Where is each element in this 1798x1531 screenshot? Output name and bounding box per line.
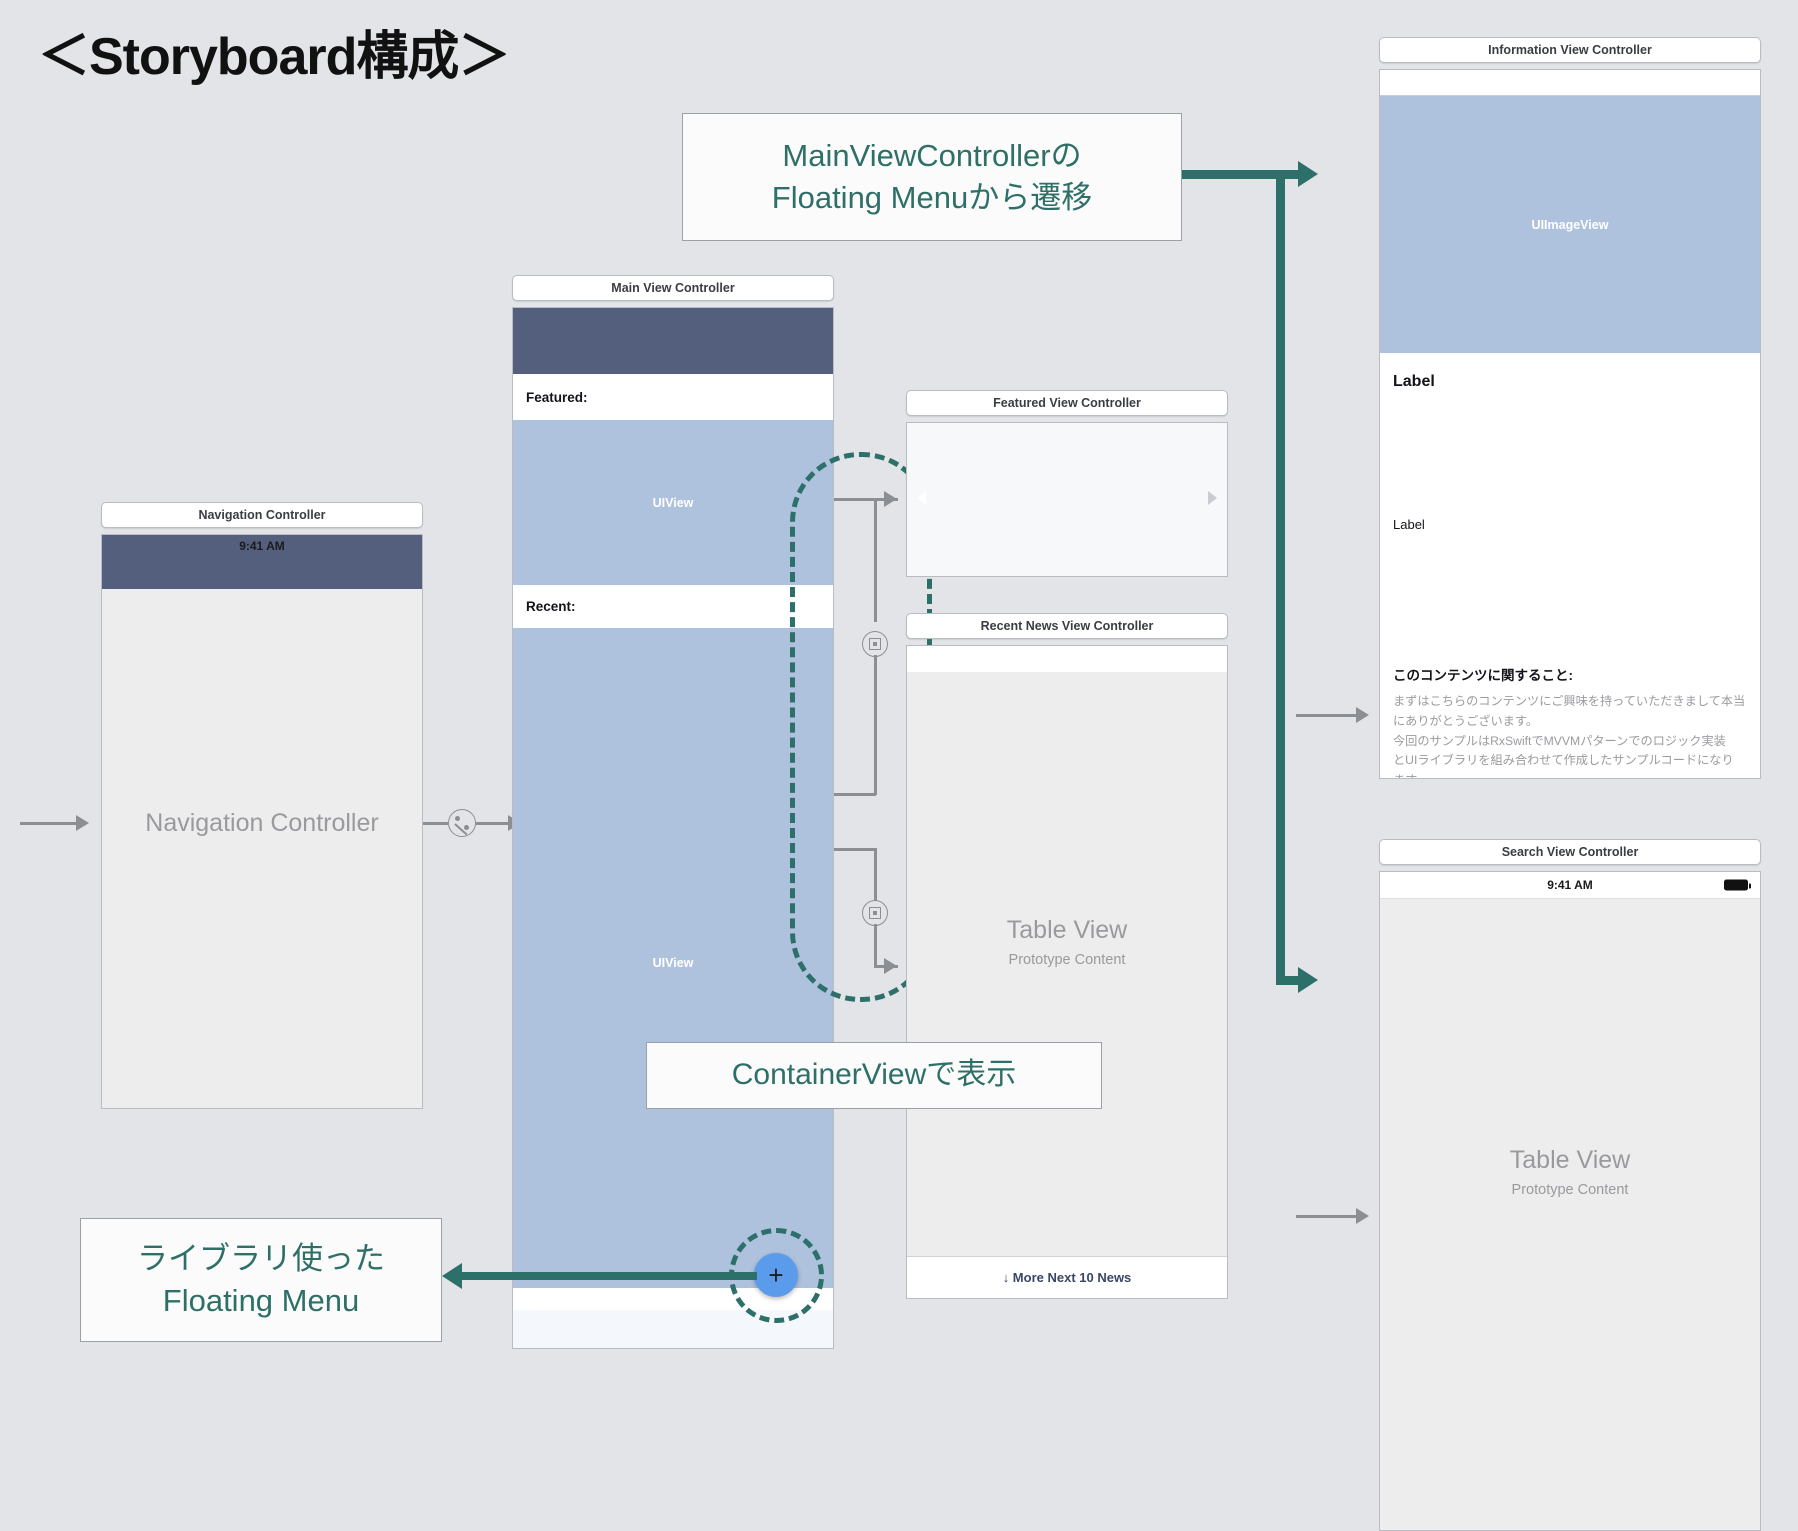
teal-feed-line (1166, 170, 1281, 179)
battery-icon (1724, 879, 1751, 891)
status-time: 9:41 AM (239, 539, 285, 553)
scene-main-view-controller[interactable]: Main View Controller Featured: UIView Re… (512, 275, 834, 1349)
plus-icon: + (768, 1260, 784, 1290)
teal-arrow-information (1298, 161, 1318, 187)
uiview-label-bottom: UIView (652, 956, 694, 970)
status-time: 9:41 AM (1547, 878, 1593, 892)
embed-segue-icon-recent[interactable] (862, 900, 888, 926)
fab-callout-arrow-head (442, 1263, 462, 1289)
information-heading: このコンテンツに関すること: (1393, 668, 1573, 683)
scene-title-information-view-controller: Information View Controller (1379, 37, 1761, 63)
information-content: Label Label このコンテンツに関すること: まずはこちらのコンテンツに… (1380, 353, 1760, 778)
embed-arrow-head-recent (884, 958, 897, 974)
floating-action-button[interactable]: + (754, 1253, 798, 1297)
info-gray-arrow-line (1296, 714, 1358, 717)
scene-navigation-controller[interactable]: Navigation Controller 9:41 AM Navigation… (101, 502, 423, 1109)
search-table-area[interactable]: Table View Prototype Content (1380, 900, 1760, 1530)
ui-image-view-label: UIImageView (1531, 217, 1609, 232)
scene-title-search-view-controller: Search View Controller (1379, 839, 1761, 865)
search-table-view-subtitle: Prototype Content (1511, 1182, 1629, 1198)
uiview-label-top: UIView (652, 495, 694, 510)
recent-news-top-bar (907, 646, 1227, 672)
scene-title-navigation-controller: Navigation Controller (101, 502, 423, 528)
teal-trunk-line (1276, 170, 1285, 985)
embed-line-top-a (834, 498, 876, 501)
relationship-segue-icon[interactable] (448, 809, 476, 837)
embed-segue-icon-featured[interactable] (862, 631, 888, 657)
recent-section-header: Recent: (513, 585, 833, 628)
featured-next-arrow-icon[interactable] (1208, 491, 1217, 505)
nav-placeholder-label: Navigation Controller (145, 809, 379, 837)
recent-table-view-title: Table View (1006, 916, 1128, 944)
teal-arrow-search (1298, 967, 1318, 993)
ui-image-view: UIImageView (1380, 95, 1760, 353)
status-bar-search: 9:41 AM (1380, 872, 1760, 899)
embed-line-top-b (874, 498, 877, 622)
recent-table-view-subtitle: Prototype Content (1008, 952, 1126, 968)
callout-floating-menu: ライブラリ使った Floating Menu (80, 1218, 442, 1342)
callout-container-view: ContainerViewで表示 (646, 1042, 1102, 1109)
callout-main-transition-line1: MainViewControllerの (782, 137, 1082, 173)
scene-search-view-controller[interactable]: Search View Controller 9:41 AM Table Vie… (1379, 839, 1761, 1531)
embed-line-bot-c (874, 924, 877, 967)
callout-floating-menu-line2: Floating Menu (162, 1283, 360, 1318)
information-label-primary: Label (1393, 373, 1435, 390)
information-body-line: とUIライブラリを組み合わせて作成したサンプルコードになり (1393, 753, 1734, 768)
recent-container-uiview[interactable]: UIView (513, 628, 833, 1288)
featured-container-uiview[interactable]: UIView (513, 420, 833, 585)
callout-container-view-line1: ContainerViewで表示 (731, 1058, 1017, 1092)
page-title: ＜Storyboard構成＞ (38, 28, 510, 86)
entry-arrow-line (20, 822, 78, 825)
scene-body-featured-view-controller (906, 422, 1228, 577)
information-body-line: にありがとうございます。 (1393, 713, 1539, 728)
embed-line-top-c (874, 655, 877, 795)
scene-body-main-view-controller: Featured: UIView Recent: UIView (512, 307, 834, 1349)
scene-information-view-controller[interactable]: Information View Controller UIImageView … (1379, 37, 1761, 779)
main-nav-bar (513, 308, 833, 374)
nav-to-main-line-a (423, 822, 448, 825)
recent-label: Recent: (526, 599, 576, 614)
scene-body-information-view-controller: UIImageView Label Label このコンテンツに関すること: ま… (1379, 69, 1761, 779)
callout-floating-menu-line1: ライブラリ使った (137, 1240, 385, 1276)
scene-body-recent-news-view-controller: Table View Prototype Content ↓ More Next… (906, 645, 1228, 1299)
nav-content-area: Navigation Controller (102, 589, 422, 1108)
nav-bar-fill (102, 557, 422, 589)
information-body: まずはこちらのコンテンツにご興味を持っていただきまして本当 にありがとうございま… (1393, 692, 1747, 778)
embed-arrow-head-featured (884, 491, 897, 507)
featured-label: Featured: (526, 389, 588, 405)
scene-title-recent-news-view-controller: Recent News View Controller (906, 613, 1228, 639)
information-body-line: まずはこちらのコンテンツにご興味を持っていただきまして本当 (1393, 694, 1746, 708)
scene-body-search-view-controller: 9:41 AM Table View Prototype Content (1379, 871, 1761, 1531)
teal-branch-bottom (1276, 976, 1300, 985)
fab-callout-line (462, 1272, 757, 1280)
search-gray-arrow-head (1356, 1208, 1369, 1224)
scene-featured-view-controller[interactable]: Featured View Controller (906, 390, 1228, 577)
search-gray-arrow-line (1296, 1215, 1358, 1218)
embed-line-bot-b (874, 848, 877, 904)
featured-section-header: Featured: (513, 374, 833, 420)
embed-line-bot-a (834, 848, 876, 851)
more-news-button[interactable]: ↓ More Next 10 News (907, 1256, 1227, 1298)
scene-title-featured-view-controller: Featured View Controller (906, 390, 1228, 416)
recent-news-table-area[interactable]: Table View Prototype Content (907, 672, 1227, 1256)
scene-body-navigation-controller: 9:41 AM Navigation Controller (101, 534, 423, 1109)
search-table-view-title: Table View (1509, 1146, 1631, 1174)
callout-main-transition-line2: Floating Menuから遷移 (771, 180, 1093, 215)
scene-title-main-view-controller: Main View Controller (512, 275, 834, 301)
entry-arrow-head (76, 815, 89, 831)
nav-to-main-line-b (476, 822, 510, 825)
scene-recent-news-view-controller[interactable]: Recent News View Controller Table View P… (906, 613, 1228, 1299)
storyboard-canvas: ＜Storyboard構成＞ Navigation Controller 9:4… (0, 0, 1798, 1531)
callout-main-transition: MainViewControllerの Floating Menuから遷移 (682, 113, 1182, 241)
featured-prev-arrow-icon[interactable] (917, 491, 926, 505)
information-body-line: 今回のサンプルはRxSwiftでMVVMパターンでのロジック実装 (1393, 733, 1726, 748)
more-news-label: ↓ More Next 10 News (1002, 1270, 1132, 1285)
info-gray-arrow-head (1356, 707, 1369, 723)
embed-line-top-d (834, 793, 876, 796)
information-body-line: ます。 (1393, 771, 1747, 778)
information-top-bar (1380, 70, 1760, 95)
information-label-secondary: Label (1393, 517, 1425, 532)
status-bar-navigation: 9:41 AM (102, 535, 422, 557)
